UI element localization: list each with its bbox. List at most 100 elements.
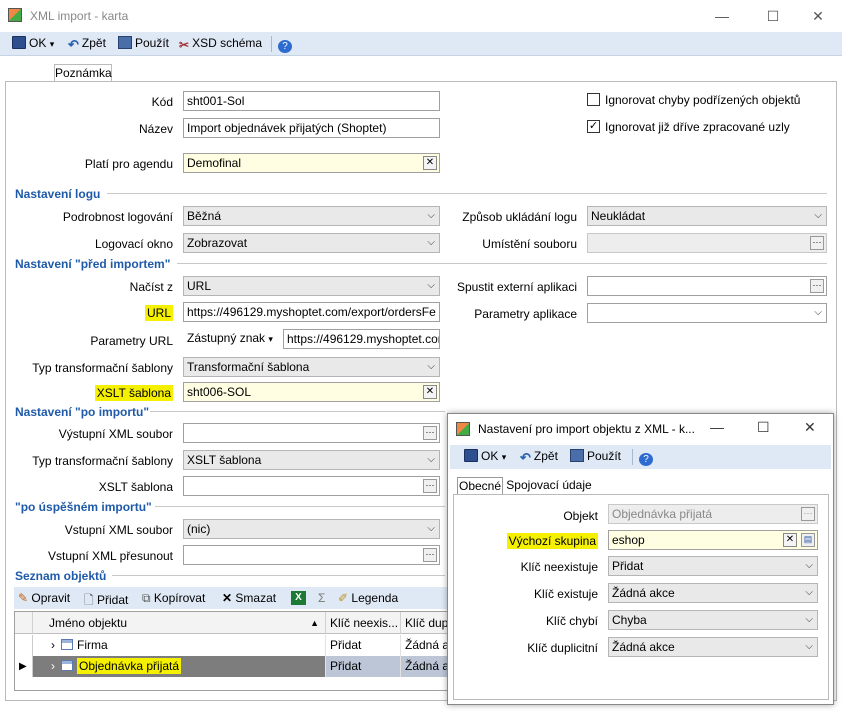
tab-poznamka[interactable]: Poznámka [54,64,112,82]
browse-icon[interactable]: ··· [810,279,824,293]
delete-object-button[interactable]: ✕ Smazat [222,591,276,605]
clear-icon[interactable]: ✕ [423,385,437,399]
chevron-down-icon: ⌵ [805,587,813,598]
save-icon [464,449,478,462]
zpusob-select[interactable]: Neukládat ⌵ [587,206,827,226]
add-object-button[interactable]: 🗋 Přidat [84,591,128,612]
column-header-klic-neexistuje[interactable]: Klíč neexis... [326,612,401,634]
post-typ-sablony-select[interactable]: XSLT šablona ⌵ [183,450,440,470]
new-document-icon: 🗋 [84,593,94,607]
maximize-button[interactable]: ☐ [763,6,783,26]
row-indicator-header [15,612,33,634]
post-xslt-field[interactable]: ··· [183,476,440,496]
column-header-name[interactable]: Jméno objektu ▲ [33,612,326,634]
okno-select[interactable]: Zobrazovat ⌵ [183,233,440,253]
expand-icon[interactable]: › [51,659,55,673]
klic-neexistuje-select[interactable]: Přidat ⌵ [608,556,818,576]
spustit-field[interactable]: ··· [587,276,827,296]
divider [155,506,445,507]
help-button[interactable]: ? [278,36,295,53]
log-section-title: Nastavení logu [15,187,101,201]
nacist-select[interactable]: URL ⌵ [183,276,440,296]
chevron-down-icon: ⌵ [427,237,435,248]
title-bar: XML import - karta — ☐ ✕ [0,0,842,32]
excel-export-icon[interactable]: X [291,591,306,605]
browse-icon[interactable]: ··· [423,479,437,493]
browse-icon[interactable]: ··· [423,426,437,440]
url-label: URL [144,305,173,321]
chevron-down-icon: ⌵ [427,523,435,534]
objects-section-title: Seznam objektů [15,569,107,583]
browse-icon[interactable]: ··· [423,548,437,562]
presunout-field[interactable]: ··· [183,545,440,565]
vychozi-skupina-label: Výchozí skupina [506,533,598,549]
xsd-schema-button[interactable]: ✂ XSD schéma [179,36,262,52]
tab-obecne[interactable]: Obecné [457,477,503,495]
klic-duplicitni-select[interactable]: Žádná akce ⌵ [608,637,818,657]
xsd-icon: ✂ [179,38,190,52]
dialog-close-button[interactable]: ✕ [804,419,816,436]
close-button[interactable]: ✕ [808,6,828,26]
klic-existuje-select[interactable]: Žádná akce ⌵ [608,583,818,603]
agenda-field[interactable]: Demofinal ✕ [183,153,440,173]
vystupni-xml-field[interactable]: ··· [183,423,440,443]
parametry-aplikace-select[interactable]: ⌵ [587,303,827,323]
chevron-down-icon[interactable]: ▾ [502,452,507,462]
dialog-back-button[interactable]: ↶ Zpět [520,449,558,465]
apply-button[interactable]: Použít [118,36,169,50]
minimize-button[interactable]: — [712,6,732,26]
pre-import-section-title: Nastavení "před importem" [15,257,171,271]
dialog-help-button[interactable]: ? [639,449,656,466]
nazev-field[interactable]: Import objednávek přijatých (Shoptet) [183,118,440,138]
clear-icon[interactable]: ✕ [423,156,437,170]
edit-object-button[interactable]: ✎ Opravit [18,591,70,605]
kod-label: Kód [151,95,173,109]
dialog-apply-button[interactable]: Použít [570,449,621,463]
table-cell[interactable]: Přidat [326,656,401,677]
ok-button[interactable]: OK ▾ [12,36,54,50]
xslt-sablona-field[interactable]: sht006-SOL ✕ [183,382,440,402]
chevron-down-icon[interactable]: ▾ [50,39,55,49]
vychozi-skupina-field[interactable]: eshop ✕ ▤ [608,530,818,550]
app-icon [8,8,22,22]
dialog-ok-button[interactable]: OK ▾ [464,449,506,463]
vystupni-xml-label: Výstupní XML soubor [58,427,173,441]
typ-sablony-select[interactable]: Transformační šablona ⌵ [183,357,440,377]
chevron-down-icon: ⌵ [805,641,813,652]
back-button[interactable]: ↶ Zpět [68,36,106,52]
row-indicator [15,635,33,656]
parametry-url-field[interactable]: https://496129.myshoptet.com/export/orde… [283,329,440,349]
klic-chybi-select[interactable]: Chyba ⌵ [608,610,818,630]
lookup-icon[interactable]: ▤ [801,533,815,547]
vstupni-xml-select[interactable]: (nic) ⌵ [183,519,440,539]
expand-icon[interactable]: › [51,638,55,652]
dialog-minimize-button[interactable]: — [710,419,724,435]
table-row[interactable]: › Firma [33,635,326,656]
copy-object-button[interactable]: ⧉ Kopírovat [142,591,205,606]
table-cell[interactable]: Přidat [326,635,401,656]
browse-icon: ··· [810,236,824,250]
clear-icon[interactable]: ✕ [783,533,797,547]
legend-button[interactable]: ✐ Legenda [338,591,398,605]
legend-icon: ✐ [338,591,349,605]
table-row-selected[interactable]: › Objednávka přijatá [33,656,326,677]
spustit-label: Spustit externí aplikaci [456,280,577,294]
kod-field[interactable]: sht001-Sol [183,91,440,111]
url-field[interactable]: https://496129.myshoptet.com/export/orde… [183,302,440,322]
nazev-label: Název [138,122,173,136]
dialog-maximize-button[interactable]: ☐ [757,419,770,436]
umisteni-field: ··· [587,233,827,253]
parametry-url-label: Parametry URL [90,334,173,348]
post-xslt-label: XSLT šablona [98,480,173,494]
objekt-field: Objednávka přijatá ··· [608,504,818,524]
sum-icon[interactable]: Σ [318,591,325,605]
app-icon [456,422,470,436]
podrobnost-select[interactable]: Běžná ⌵ [183,206,440,226]
dialog-toolbar: OK ▾ ↶ Zpět Použít ? [450,445,831,469]
ignore-processed-checkbox[interactable]: ✓ [587,120,600,133]
ignore-errors-checkbox[interactable] [587,93,600,106]
zastupny-znak-dropdown[interactable]: Zástupný znak ▾ [187,331,273,345]
vstupni-xml-label: Vstupní XML soubor [64,523,173,537]
tab-spojovaci-udaje[interactable]: Spojovací údaje [506,477,592,495]
parametry-aplikace-label: Parametry aplikace [474,307,577,321]
